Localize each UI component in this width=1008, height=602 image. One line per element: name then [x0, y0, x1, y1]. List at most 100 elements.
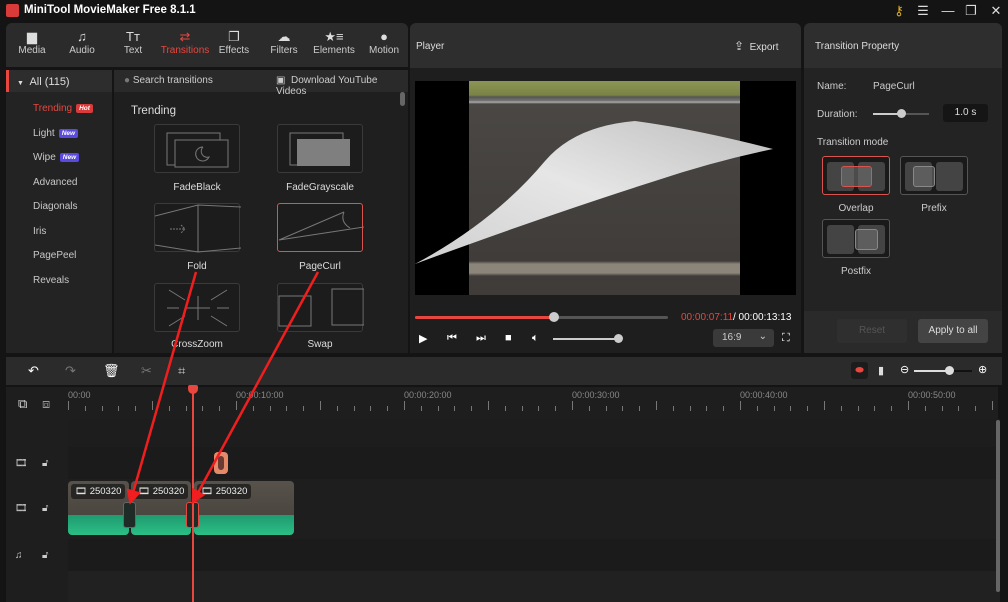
playhead[interactable]: [192, 387, 194, 602]
ruler-tick: [740, 401, 741, 410]
timeline-ruler[interactable]: ⧉ ⧈ 00:00 00:00:10:00 00:00:20:00 00:00:30:…: [6, 387, 998, 419]
remove-track-icon[interactable]: ⧈: [42, 396, 50, 412]
apply-to-all-button[interactable]: Apply to all: [918, 319, 988, 343]
tab-media[interactable]: ▆ Media: [8, 29, 56, 56]
video-clip[interactable]: 🎞︎ 250320: [68, 481, 129, 535]
transition-fadeblack[interactable]: [154, 124, 240, 173]
menu-icon[interactable]: ☰: [915, 3, 931, 19]
key-icon[interactable]: ⚷: [891, 3, 907, 19]
media-toolbar: ▆ Media ♫ Audio Tт Text ⇄ Transitions ❐ Effec…: [6, 23, 408, 67]
undo-icon[interactable]: ↶: [28, 363, 39, 379]
ruler-tick: [572, 401, 573, 410]
search-transitions-input[interactable]: ● Search transitions: [124, 75, 213, 86]
ruler-tick: [488, 401, 489, 410]
fit-icon[interactable]: ▮: [878, 364, 884, 377]
tab-audio[interactable]: ♫ Audio: [58, 29, 106, 56]
volume-slider[interactable]: [553, 334, 623, 343]
restore-icon[interactable]: ❐: [963, 3, 979, 19]
effects-icon: ❐: [228, 29, 240, 44]
unlock-icon[interactable]: 🔓︎: [42, 550, 48, 561]
tab-filters[interactable]: ☁ Filters: [260, 29, 308, 56]
transition-label: PageCurl: [299, 261, 341, 272]
transition-pagecurl[interactable]: [277, 203, 365, 252]
overlay-track[interactable]: [68, 447, 1000, 479]
ruler-label: 00:00:30:00: [572, 390, 620, 400]
clip-label: 🎞︎ 250320: [134, 484, 189, 499]
category-advanced[interactable]: Advanced: [33, 177, 77, 188]
zoom-in-icon[interactable]: ⊕: [978, 363, 987, 376]
search-icon: ●: [124, 75, 131, 86]
next-frame-icon[interactable]: ⏭: [476, 332, 486, 345]
fullscreen-icon[interactable]: ⛶: [782, 332, 790, 345]
mode-postfix[interactable]: [822, 219, 890, 258]
video-clip[interactable]: 🎞︎ 250320: [131, 481, 191, 535]
duration-label: Duration:: [817, 109, 858, 120]
zoom-handle[interactable]: [944, 366, 954, 375]
export-button[interactable]: ⇪ Export: [734, 39, 779, 53]
volume-handle[interactable]: [614, 334, 623, 343]
video-preview[interactable]: [415, 81, 796, 295]
category-wipe[interactable]: Wipe New: [33, 152, 80, 163]
add-track-icon[interactable]: ⧉: [18, 396, 27, 412]
volume-icon[interactable]: 🔈︎: [532, 332, 539, 345]
unlock-icon[interactable]: 🔓︎: [42, 458, 48, 469]
tab-transitions[interactable]: ⇄ Transitions: [159, 29, 211, 56]
seek-handle[interactable]: [549, 312, 560, 322]
tab-label: Motion: [368, 45, 399, 56]
stop-icon[interactable]: ■: [505, 332, 512, 344]
audio-track[interactable]: [68, 539, 1000, 571]
timeline-zoom-slider[interactable]: [914, 366, 972, 375]
tab-elements[interactable]: ★≡ Elements: [310, 29, 358, 56]
category-iris[interactable]: Iris: [33, 226, 46, 237]
ruler-tick: [924, 406, 926, 411]
play-icon[interactable]: ▶: [419, 332, 427, 345]
ruler-tick: [101, 406, 103, 411]
minimize-icon[interactable]: —: [940, 3, 956, 19]
crop-icon[interactable]: ⌗: [178, 363, 185, 379]
duration-input[interactable]: 1.0 s: [943, 104, 988, 122]
ruler-tick: [672, 406, 674, 411]
category-trending[interactable]: Trending Hot: [33, 103, 93, 114]
video-track-icon: 🎞︎: [15, 458, 28, 469]
category-diagonals[interactable]: Diagonals: [33, 201, 77, 212]
category-label: Light: [33, 128, 55, 139]
transition-crosszoom[interactable]: [154, 283, 240, 332]
tab-motion[interactable]: ● Motion: [360, 29, 408, 56]
seek-bar[interactable]: [415, 312, 668, 322]
duration-slider[interactable]: [873, 109, 929, 118]
transition-fadegrayscale[interactable]: [277, 124, 363, 173]
library-scrollbar[interactable]: [400, 92, 405, 106]
previous-frame-icon[interactable]: ⏮: [447, 332, 457, 345]
category-reveals[interactable]: Reveals: [33, 275, 69, 286]
snap-icon[interactable]: ⬬: [851, 362, 868, 379]
category-all[interactable]: ▼ All (115): [6, 70, 112, 92]
reset-button[interactable]: Reset: [837, 319, 907, 343]
clip-transition[interactable]: [123, 502, 136, 528]
split-icon[interactable]: ✂: [141, 363, 152, 379]
video-clip[interactable]: 🎞︎ 250320: [194, 481, 294, 535]
transition-swap[interactable]: [277, 283, 365, 332]
tab-label: Text: [123, 45, 143, 56]
property-title: Transition Property: [815, 41, 900, 52]
tab-effects[interactable]: ❐ Effects: [210, 29, 258, 56]
mode-prefix[interactable]: [900, 156, 968, 195]
category-light[interactable]: Light New: [33, 128, 79, 139]
duration-handle[interactable]: [897, 109, 906, 118]
close-icon[interactable]: ✕: [988, 3, 1004, 19]
mode-overlap[interactable]: [822, 156, 890, 195]
transition-marker[interactable]: [214, 452, 228, 474]
tab-label: Transitions: [160, 45, 210, 56]
download-youtube-button[interactable]: ▣ Download YouTube Videos: [276, 75, 408, 97]
aspect-ratio-select[interactable]: 16:9 ⌄: [713, 329, 774, 347]
ruler-label: 00:00:10:00: [236, 390, 284, 400]
timeline-scrollbar[interactable]: [996, 420, 1000, 592]
delete-icon[interactable]: 🗑︎: [103, 363, 120, 379]
tab-label: Media: [18, 45, 46, 56]
category-pagepeel[interactable]: PagePeel: [33, 250, 76, 261]
transition-fold[interactable]: [154, 203, 242, 253]
title-bar: MiniTool MovieMaker Free 8.1.1 ⚷ ☰ — ❐ ✕: [0, 0, 1008, 22]
unlock-icon[interactable]: 🔓︎: [42, 503, 48, 514]
redo-icon[interactable]: ↷: [65, 363, 76, 379]
tab-text[interactable]: Tт Text: [109, 29, 157, 56]
zoom-out-icon[interactable]: ⊖: [900, 363, 909, 376]
